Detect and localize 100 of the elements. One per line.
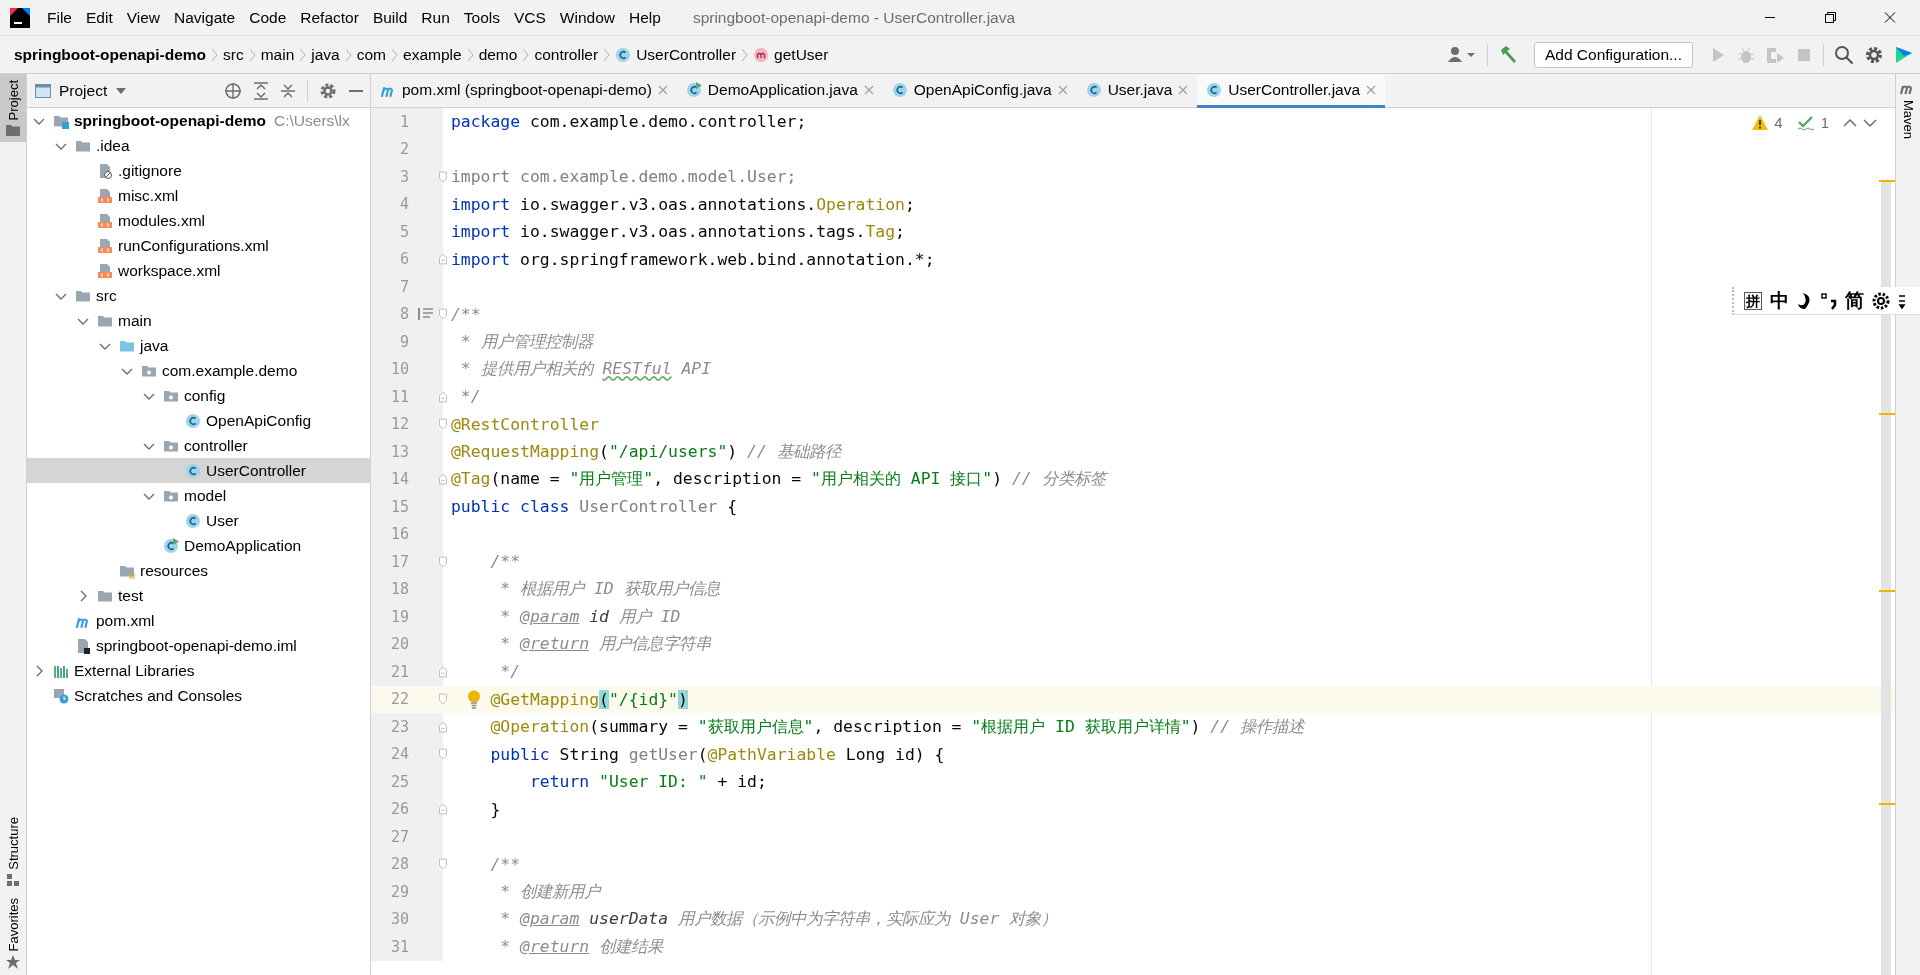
close-icon[interactable] [863,85,874,95]
settings-icon[interactable] [1872,291,1890,310]
editor-tab[interactable]: OpenApiConfig.java [882,75,1077,108]
tree-item[interactable]: Scratches and Consoles [27,683,370,708]
breadcrumb[interactable]: getUser [753,45,829,64]
fold-marker-icon[interactable] [439,390,447,403]
tree-item[interactable]: misc.xml [27,183,370,208]
fold-marker-icon[interactable] [439,473,447,486]
tree-item[interactable]: src [27,283,370,308]
panel-title-dropdown[interactable]: Project [35,81,128,100]
close-icon[interactable] [1057,85,1068,95]
fold-marker-icon[interactable] [439,803,447,816]
tree-item[interactable]: config [27,383,370,408]
user-icon[interactable] [1447,44,1477,65]
fold-marker-icon[interactable] [439,748,447,761]
tree-item[interactable]: OpenApiConfig [27,408,370,433]
fold-marker-icon[interactable] [439,555,447,568]
line-number: 21 [389,662,409,681]
tool-window-button[interactable]: Project [0,74,26,143]
tree-item[interactable]: resources [27,558,370,583]
tree-item[interactable]: External Libraries [27,658,370,683]
ime-button[interactable]: 中 [1770,291,1789,310]
breadcrumb[interactable]: UserController [615,45,737,64]
menu-item[interactable]: File [40,8,79,27]
settings-icon[interactable] [1864,44,1884,65]
tree-item[interactable]: main [27,308,370,333]
menu-item[interactable]: Navigate [167,8,243,27]
tree-item[interactable]: controller [27,433,370,458]
menu-item[interactable]: Window [552,8,622,27]
menu-item[interactable]: Build [365,8,415,27]
tree-item[interactable]: .idea [27,133,370,158]
render-doc-icon[interactable] [418,307,434,322]
run-configuration-button[interactable]: Add Configuration... [1534,41,1693,68]
punctuation-icon[interactable] [1821,291,1837,310]
tool-window-button[interactable]: Maven [1896,74,1920,146]
tool-window-button[interactable]: Structure [0,810,26,892]
hammer-icon[interactable] [1498,44,1518,65]
breadcrumb[interactable]: springboot-openapi-demo [14,45,206,64]
breadcrumb[interactable]: demo [478,45,518,64]
bug-icon[interactable] [1737,45,1755,64]
fold-marker-icon[interactable] [439,418,447,431]
tree-item[interactable]: java [27,333,370,358]
menu-item[interactable]: Edit [79,8,120,27]
tree-item[interactable]: com.example.demo [27,358,370,383]
fold-marker-icon[interactable] [439,665,447,678]
lightbulb-icon[interactable] [467,689,481,710]
close-icon[interactable] [657,85,668,95]
breadcrumb[interactable]: controller [534,45,599,64]
breadcrumb[interactable]: main [260,45,295,64]
editor-tab[interactable]: DemoApplication.java [676,75,883,108]
tree-item[interactable]: .gitignore [27,158,370,183]
code-line: import io.swagger.v3.oas.annotations.Operation; [451,194,915,214]
typo-check-icon[interactable] [1796,114,1815,131]
menu-item[interactable]: VCS [506,8,553,27]
breadcrumb[interactable]: src [223,45,244,64]
breadcrumb[interactable]: com [356,45,387,64]
tree-item[interactable]: springboot-openapi-demo C:\Users\lx [27,108,370,133]
fold-marker-icon[interactable] [439,858,447,871]
locate-icon[interactable] [224,81,242,100]
close-icon[interactable] [1178,85,1189,95]
tree-item[interactable]: User [27,508,370,533]
editor-tab[interactable]: User.java [1076,75,1198,108]
menu-item[interactable]: Code [242,8,294,27]
breadcrumb[interactable]: example [403,45,462,64]
coverage-icon[interactable] [1765,45,1785,64]
warning-icon[interactable] [1752,115,1769,130]
breadcrumb[interactable]: java [311,45,340,64]
chevron-down-icon[interactable] [1863,117,1877,128]
tree-item[interactable]: UserController [27,458,370,483]
tree-item[interactable]: DemoApplication [27,533,370,558]
fold-marker-icon[interactable] [439,253,447,266]
ime-button[interactable]: 简 [1845,291,1864,310]
fold-marker-icon[interactable] [439,720,447,733]
menu-item[interactable]: View [119,8,168,27]
tree-item[interactable]: model [27,483,370,508]
fold-marker-icon[interactable] [439,693,447,706]
fold-marker-icon[interactable] [439,308,447,321]
search-icon[interactable] [1834,44,1854,65]
editor-tab[interactable]: pom.xml (springboot-openapi-demo) [371,75,677,108]
fold-marker-icon[interactable] [439,170,447,183]
tree-item[interactable]: runConfigurations.xml [27,233,370,258]
menu-item[interactable]: Run [414,8,457,27]
scrollbar[interactable] [1881,180,1891,975]
menu-item[interactable]: Help [622,8,668,27]
more-icon[interactable] [1898,292,1906,309]
editor-tab[interactable]: UserController.java [1197,75,1386,108]
tree-item[interactable]: modules.xml [27,208,370,233]
tree-item[interactable]: pom.xml [27,608,370,633]
chevron-up-icon[interactable] [1843,117,1857,128]
ime-button[interactable]: 拼 [1744,291,1762,310]
close-icon[interactable] [1366,85,1377,95]
tree-item[interactable]: workspace.xml [27,258,370,283]
menu-item[interactable]: Refactor [293,8,366,27]
tree-item[interactable]: test [27,583,370,608]
toolbox-logo-icon[interactable] [1894,44,1914,65]
collapse-all-icon[interactable] [280,81,296,100]
expand-all-icon[interactable] [253,81,269,100]
menu-item[interactable]: Tools [456,8,507,27]
tree-item[interactable]: springboot-openapi-demo.iml [27,633,370,658]
tool-window-button[interactable]: Favorites [0,891,26,975]
